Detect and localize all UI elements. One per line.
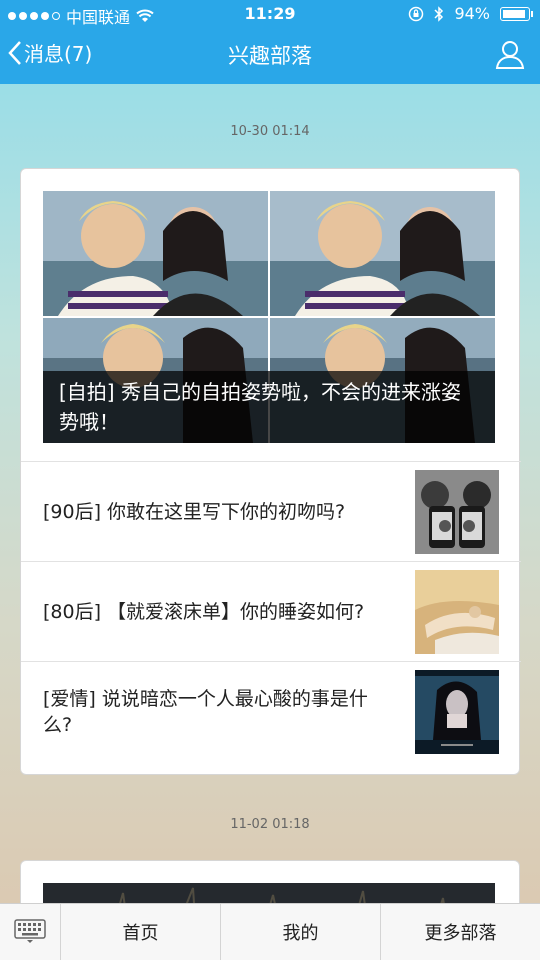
- tab-bar: 首页 我的 更多部落: [0, 903, 540, 960]
- bluetooth-icon: [434, 5, 444, 22]
- list-item[interactable]: [80后] 【就爱滚床单】你的睡姿如何?: [21, 561, 521, 661]
- list-item-title: [爱情] 说说暗恋一个人最心酸的事是什么?: [43, 688, 368, 736]
- battery-percent: 94%: [454, 4, 490, 23]
- kiss-photo-image: [415, 470, 499, 554]
- message-timestamp: 11-02 01:18: [230, 817, 310, 832]
- list-item-thumbnail: [415, 570, 499, 654]
- status-bar: 中国联通 11:29 94%: [0, 0, 540, 28]
- user-icon: [495, 41, 525, 69]
- message-timestamp: 10-30 01:14: [230, 124, 310, 139]
- list-item[interactable]: [爱情] 说说暗恋一个人最心酸的事是什么?: [21, 661, 521, 761]
- status-right: 94%: [408, 4, 533, 23]
- keyboard-toggle-button[interactable]: [0, 904, 61, 960]
- battery-icon: [500, 6, 533, 21]
- keyboard-icon: [14, 919, 46, 943]
- list-item-thumbnail: [415, 470, 499, 554]
- sleeping-photo-image: [415, 570, 499, 654]
- tab-more-tribes[interactable]: 更多部落: [381, 904, 540, 960]
- list-item[interactable]: [90后] 你敢在这里写下你的初吻吗?: [21, 461, 521, 561]
- list-item-title: [80后] 【就爱滚床单】你的睡姿如何?: [43, 601, 365, 623]
- profile-button[interactable]: [494, 38, 526, 74]
- rotation-lock-icon: [409, 6, 424, 21]
- list-item-title: [90后] 你敢在这里写下你的初吻吗?: [43, 501, 346, 523]
- tab-mine[interactable]: 我的: [221, 904, 381, 960]
- crying-girl-image: [415, 670, 499, 754]
- tab-home[interactable]: 首页: [61, 904, 221, 960]
- nav-bar: 消息(7) 兴趣部落: [0, 28, 540, 84]
- hero-post[interactable]: [自拍] 秀自己的自拍姿势啦，不会的进来涨姿势哦！: [43, 191, 495, 443]
- list-item-thumbnail: [415, 670, 499, 754]
- hero-caption: [自拍] 秀自己的自拍姿势啦，不会的进来涨姿势哦！: [43, 371, 495, 443]
- page-title: 兴趣部落: [228, 44, 312, 68]
- post-card: [自拍] 秀自己的自拍姿势啦，不会的进来涨姿势哦！ [90后] 你敢在这里写下你…: [20, 168, 521, 775]
